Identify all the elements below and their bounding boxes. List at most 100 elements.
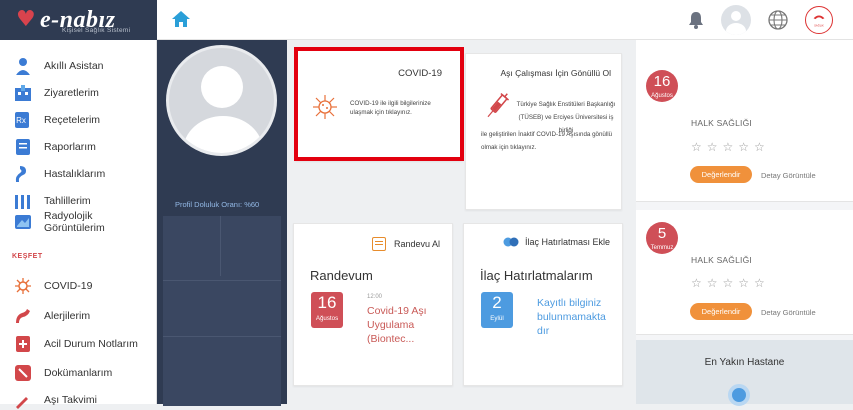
sidebar-item-label: Raporlarım: [44, 141, 96, 153]
ministry-emblem-icon: SAĞLIK: [813, 15, 825, 27]
disease-icon: [15, 166, 26, 182]
right-panel: 16 Ağustos HALK SAĞLIĞI ☆☆☆☆☆ Değerlendi…: [636, 40, 853, 406]
divider: [220, 216, 221, 276]
vaccine-card-title: Aşı Çalışması İçin Gönüllü Ol: [500, 68, 611, 78]
logo[interactable]: ♥ e-nabız Kişisel Sağlık Sistemi: [0, 0, 157, 40]
pill-icon: [503, 237, 519, 247]
evaluate-button[interactable]: Değerlendir: [690, 303, 752, 320]
profile-completion[interactable]: Profil Doluluk Oranı: %60: [175, 200, 259, 209]
ministry-logo[interactable]: SAĞLIK: [805, 6, 833, 34]
sidebar-item-covid[interactable]: COVID-19: [14, 276, 92, 296]
calendar-icon: [371, 237, 386, 251]
bell-icon[interactable]: [687, 10, 705, 30]
covid-card[interactable]: COVID-19 COVID-19 ile ilgili bilgilerini…: [295, 49, 463, 161]
survey-item: 5 Temmuz HALK SAĞLIĞI ☆☆☆☆☆ Değerlendir …: [636, 210, 853, 335]
appointment-date-badge: 16 Ağustos: [311, 292, 343, 328]
reminder-day: 2: [492, 293, 502, 312]
evaluate-button[interactable]: Değerlendir: [690, 166, 752, 183]
sidebar-item-label: Hastalıklarım: [44, 168, 106, 180]
location-pin-icon: [728, 384, 750, 406]
virus-icon: [313, 95, 337, 119]
view-detail-link[interactable]: Detay Görüntüle: [761, 308, 816, 317]
prescription-icon: Rx: [15, 112, 29, 128]
divider: [163, 336, 281, 337]
rating-stars[interactable]: ☆☆☆☆☆: [691, 276, 770, 290]
allergy-icon: [16, 309, 30, 323]
add-medication-reminder-label: İlaç Hatırlatması Ekle: [524, 237, 610, 247]
add-medication-reminder-link[interactable]: İlaç Hatırlatması Ekle: [503, 237, 610, 247]
sidebar-item-label: Alerjilerim: [44, 310, 91, 322]
medication-reminder-card: İlaç Hatırlatması Ekle İlaç Hatırlatmala…: [463, 223, 623, 386]
sidebar-item-label: Tahlillerim: [44, 195, 91, 207]
profile-avatar[interactable]: [166, 45, 277, 156]
sidebar-item-label: Reçetelerim: [44, 114, 101, 126]
sidebar: Akıllı Asistan Ziyaretlerim Rx Reçeteler…: [0, 40, 157, 409]
vaccine-volunteer-card[interactable]: Aşı Çalışması İçin Gönüllü Ol Türkiye Sa…: [465, 53, 622, 210]
sidebar-item-label: Radyolojik Görüntülerim: [44, 210, 105, 234]
medication-reminders-title: İlaç Hatırlatmalarım: [480, 268, 593, 283]
sidebar-item-label: COVID-19: [44, 280, 93, 292]
nearest-hospital-title: En Yakın Hastane: [704, 357, 785, 368]
sidebar-item-prescriptions[interactable]: Rx Reçetelerim: [14, 110, 100, 130]
survey-day: 5: [657, 225, 667, 242]
emergency-note-icon: [16, 336, 30, 352]
vaccine-card-text-continued: ile geliştirilen İnaktif COVID-19 Aşısın…: [481, 131, 613, 151]
sidebar-item-diseases[interactable]: Hastalıklarım: [14, 164, 105, 184]
survey-item: 16 Ağustos HALK SAĞLIĞI ☆☆☆☆☆ Değerlendi…: [636, 40, 853, 202]
reminder-date-badge: 2 Eylül: [481, 292, 513, 328]
covid-card-text: COVID-19 ile ilgili bilgilerinize ulaşma…: [350, 100, 431, 116]
nearest-hospital-card[interactable]: En Yakın Hastane: [636, 340, 853, 406]
sidebar-item-label: Ziyaretlerim: [44, 87, 99, 99]
rating-stars[interactable]: ☆☆☆☆☆: [691, 140, 770, 154]
top-bar: ♥ e-nabız Kişisel Sağlık Sistemi SAĞLIK: [0, 0, 853, 40]
user-avatar[interactable]: [721, 5, 751, 35]
book-appointment-link[interactable]: Randevu Al: [371, 237, 440, 251]
appointment-day: 16: [317, 293, 337, 312]
sidebar-item-vaccine-calendar[interactable]: Aşı Takvimi: [14, 390, 97, 410]
profile-details: [163, 216, 281, 406]
reminder-month: Eylül: [490, 315, 504, 322]
sidebar-item-documents[interactable]: Dokümanlarım: [14, 363, 112, 383]
hospital-icon: [15, 85, 31, 101]
profile-panel: Profil Doluluk Oranı: %60: [157, 40, 287, 406]
syringe-icon: [487, 93, 510, 118]
appointment-time: 12:00: [367, 294, 383, 300]
appointment-month: Ağustos: [315, 315, 339, 322]
sidebar-item-lab-tests[interactable]: Tahlillerim: [14, 191, 91, 211]
survey-date-badge: 16 Ağustos: [646, 70, 678, 102]
sidebar-item-reports[interactable]: Raporlarım: [14, 137, 96, 157]
lab-test-icon: [15, 195, 30, 209]
document-icon: [15, 365, 31, 381]
sidebar-item-label: Acil Durum Notlarım: [44, 338, 138, 350]
sidebar-item-visits[interactable]: Ziyaretlerim: [14, 83, 99, 103]
globe-icon[interactable]: [767, 9, 789, 31]
report-icon: [16, 139, 30, 155]
survey-day: 16: [653, 73, 671, 90]
sidebar-item-allergies[interactable]: Alerjilerim: [14, 306, 90, 326]
sidebar-item-emergency-notes[interactable]: Acil Durum Notlarım: [14, 334, 138, 354]
sidebar-item-assistant[interactable]: Akıllı Asistan: [14, 56, 104, 76]
home-icon[interactable]: [170, 9, 192, 29]
appointment-card: Randevu Al Randevum 16 Ağustos 12:00 Cov…: [293, 223, 453, 386]
book-appointment-label: Randevu Al: [393, 239, 440, 249]
survey-month: Ağustos: [651, 93, 673, 99]
sidebar-item-label: Akıllı Asistan: [44, 60, 104, 72]
vaccine-calendar-icon: [16, 397, 28, 409]
logo-subtitle: Kişisel Sağlık Sistemi: [62, 27, 131, 34]
svg-text:SAĞLIK: SAĞLIK: [814, 22, 824, 27]
assistant-icon: [16, 58, 30, 75]
heart-logo-icon: ♥: [16, 7, 36, 32]
sidebar-item-label: Dokümanlarım: [44, 367, 113, 379]
covid-card-title: COVID-19: [398, 68, 442, 79]
appointment-title: Randevum: [310, 268, 373, 283]
survey-title: HALK SAĞLIĞI: [691, 255, 752, 265]
virus-icon: [15, 278, 31, 294]
survey-date-badge: 5 Temmuz: [646, 222, 678, 254]
appointment-description[interactable]: Covid-19 Aşı Uygulama (Biontec...: [367, 304, 447, 346]
sidebar-item-radiology[interactable]: Radyolojik Görüntülerim: [14, 210, 156, 234]
svg-text:Rx: Rx: [16, 116, 26, 125]
reminder-empty-text: Kayıtlı bilginiz bulunmamakta dır: [537, 297, 606, 337]
explore-section-label: KEŞFET: [12, 253, 43, 260]
radiology-icon: [15, 215, 31, 229]
view-detail-link[interactable]: Detay Görüntüle: [761, 171, 816, 180]
